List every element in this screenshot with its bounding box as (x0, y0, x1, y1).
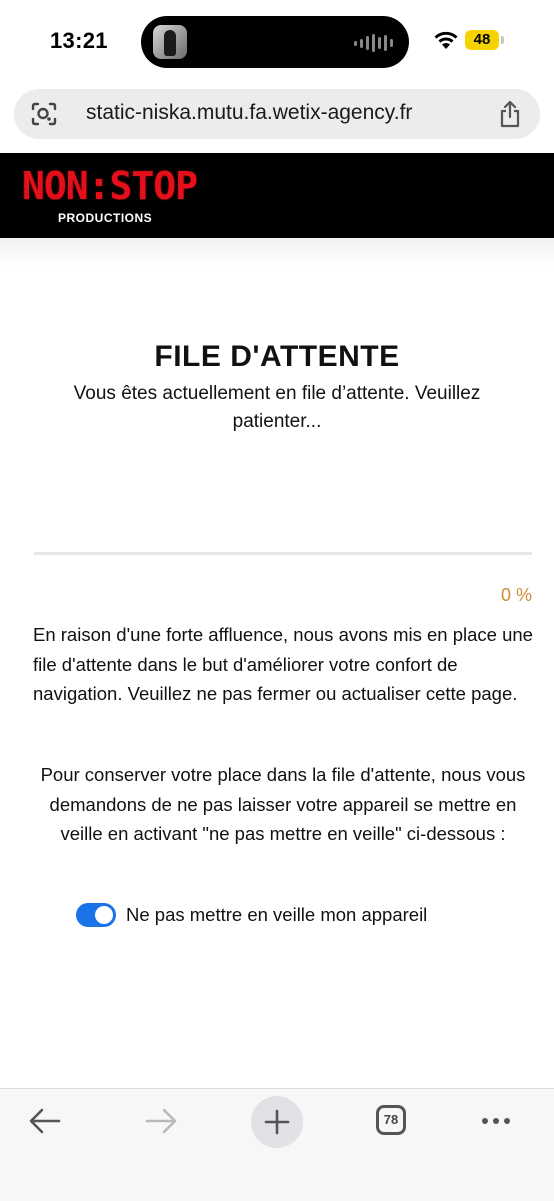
audio-waveform-icon (354, 34, 393, 52)
address-bar[interactable]: static-niska.mutu.fa.wetix-agency.fr (14, 89, 540, 139)
status-bar: 13:21 48 (0, 0, 554, 80)
share-icon[interactable] (498, 100, 522, 128)
now-playing-artwork (153, 25, 187, 59)
tabs-button[interactable]: 78 (376, 1105, 406, 1135)
forward-arrow-icon[interactable] (144, 1107, 178, 1135)
browser-toolbar: 78 (0, 1088, 554, 1201)
new-tab-button[interactable] (251, 1096, 303, 1148)
plus-icon (264, 1109, 290, 1135)
battery-indicator: 48 (465, 30, 499, 50)
info-paragraph: En raison d'une forte affluence, nous av… (33, 624, 533, 704)
keep-awake-row[interactable]: Ne pas mettre en veille mon appareil (76, 903, 427, 927)
more-icon[interactable] (482, 1118, 510, 1124)
battery-tip (501, 36, 504, 44)
site-header: NON:STOP PRODUCTIONS (0, 153, 554, 238)
toggle-knob (95, 906, 113, 924)
page-title: FILE D'ATTENTE (154, 340, 400, 373)
lens-icon[interactable] (30, 101, 58, 127)
header-shadow (0, 238, 554, 268)
wifi-icon (434, 31, 458, 49)
nonstop-logo[interactable]: NON:STOP PRODUCTIONS (22, 164, 198, 225)
page-subtitle: Vous êtes actuellement en file d’attente… (73, 383, 481, 432)
keep-awake-toggle[interactable] (76, 903, 116, 927)
logo-wordmark: NON:STOP (22, 164, 198, 208)
keep-awake-label[interactable]: Ne pas mettre en veille mon appareil (126, 904, 427, 926)
dynamic-island[interactable] (141, 16, 409, 68)
status-time: 13:21 (50, 28, 108, 53)
keep-awake-instructions: Pour conserver votre place dans la file … (40, 764, 526, 844)
logo-subtitle: PRODUCTIONS (58, 211, 153, 225)
back-arrow-icon[interactable] (28, 1107, 62, 1135)
queue-progress-bar (34, 552, 532, 555)
url-text[interactable]: static-niska.mutu.fa.wetix-agency.fr (86, 101, 412, 125)
queue-progress-percent: 0 % (500, 585, 532, 605)
